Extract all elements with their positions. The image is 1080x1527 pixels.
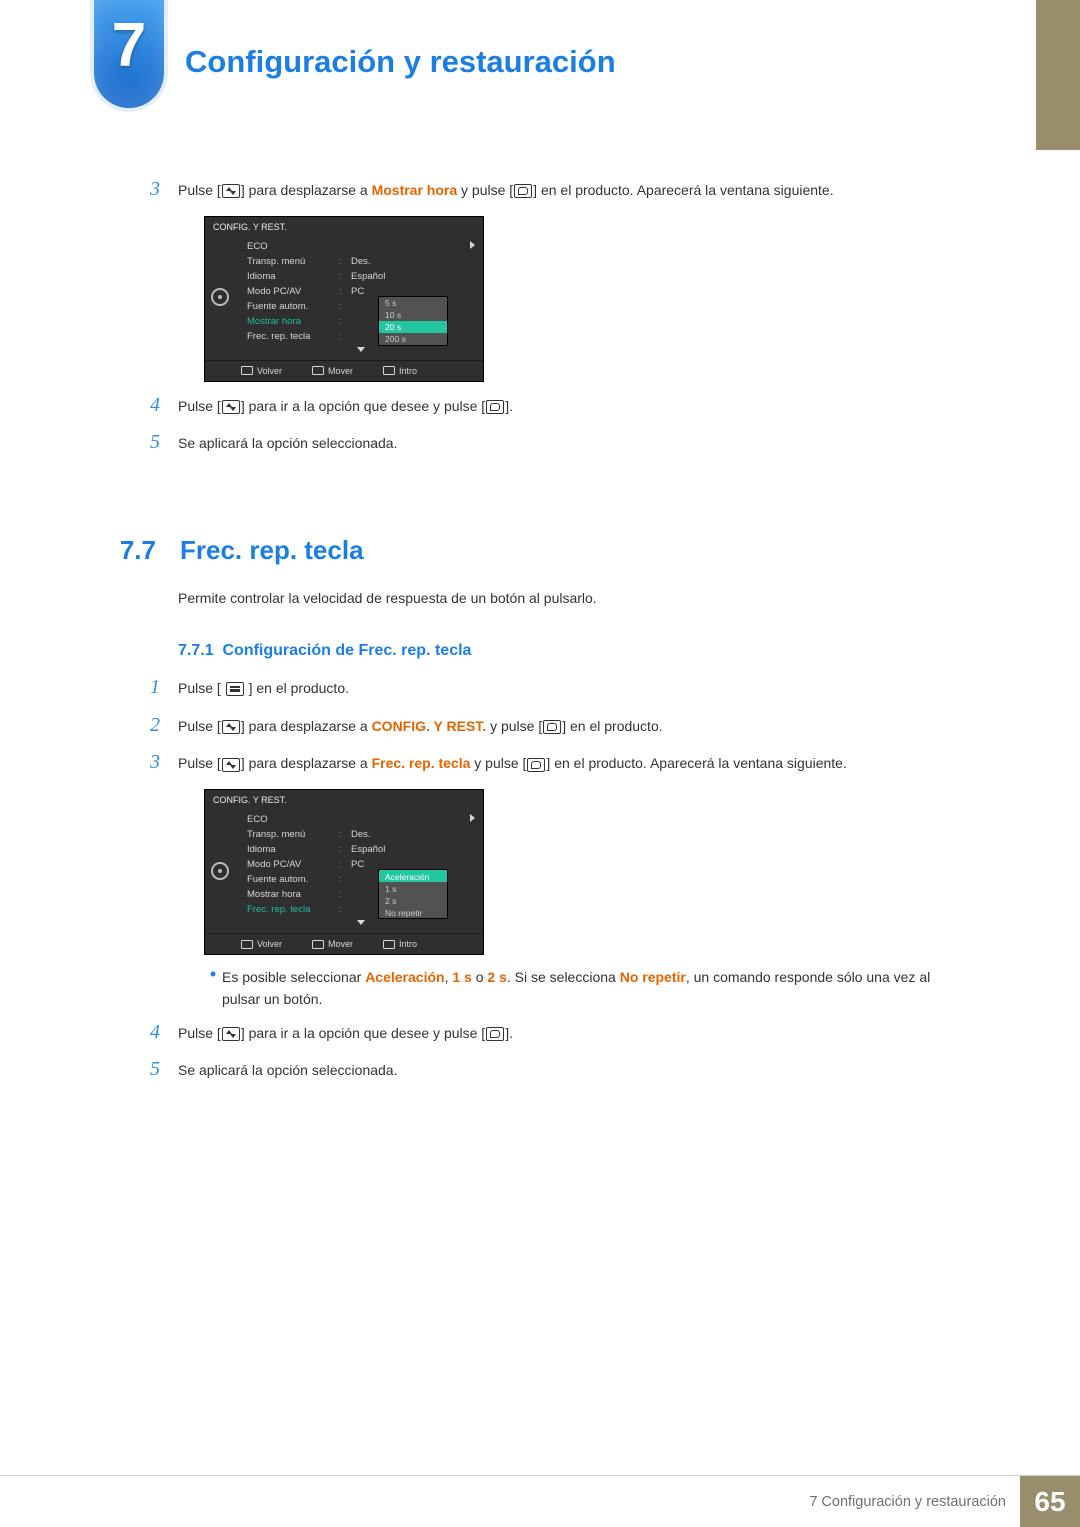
menu-icon	[241, 940, 253, 949]
osd-option: 10 s	[379, 309, 447, 321]
osd-option: 1 s	[379, 882, 447, 894]
osd-screenshot-1: CONFIG. Y REST. ECO Transp. menú:Des. Id…	[204, 216, 484, 382]
section-intro: Permite controlar la velocidad de respue…	[178, 590, 966, 606]
caret-right-icon	[470, 812, 475, 827]
osd-option: 5 s	[379, 297, 447, 309]
target-label: CONFIG. Y REST.	[372, 718, 487, 734]
osd-row: Transp. menú:Des.	[239, 254, 483, 269]
osd-row: Transp. menú:Des.	[239, 827, 483, 842]
enter-icon	[383, 940, 395, 949]
step-2b: 2 Pulse [] para desplazarse a CONFIG. Y …	[96, 714, 966, 738]
step-body: Se aplicará la opción seleccionada.	[178, 1058, 966, 1082]
move-icon	[312, 940, 324, 949]
text: y pulse [	[457, 182, 513, 198]
subsection-number: 7.7.1	[178, 642, 214, 659]
updown-icon	[222, 400, 240, 414]
updown-icon	[222, 720, 240, 734]
target-label: Frec. rep. tecla	[372, 755, 471, 771]
step-number: 4	[96, 1021, 178, 1044]
updown-icon	[222, 184, 240, 198]
step-4a: 4 Pulse [] para ir a la opción que desee…	[96, 394, 966, 418]
step-body: Pulse [ ] para desplazarse a Mostrar hora…	[178, 178, 966, 202]
osd-footer: Volver Mover Intro	[205, 360, 483, 381]
section-heading: 7.7 Frec. rep. tecla	[96, 535, 966, 566]
text: Pulse [	[178, 182, 221, 198]
page-footer: 7 Configuración y restauración 65	[0, 1475, 1080, 1527]
step-number: 5	[96, 1058, 178, 1081]
move-icon	[312, 366, 324, 375]
osd-popup: 5 s 10 s 20 s 200 s	[378, 296, 448, 346]
gear-icon	[211, 862, 229, 880]
osd-title: CONFIG. Y REST.	[205, 790, 483, 808]
osd-option: 200 s	[379, 333, 447, 345]
step-body: Pulse [] para desplazarse a Frec. rep. t…	[178, 751, 966, 775]
osd-option: No repetir	[379, 906, 447, 918]
text: ] en el producto. Aparecerá la ventana s…	[533, 182, 833, 198]
bullet-icon: •	[204, 967, 222, 981]
section-title: Frec. rep. tecla	[180, 535, 364, 566]
step-5c: 5 Se aplicará la opción seleccionada.	[96, 1058, 966, 1082]
osd-row: ECO	[239, 239, 483, 254]
target-label: Mostrar hora	[372, 182, 458, 198]
subsection-title: Configuración de Frec. rep. tecla	[222, 642, 471, 659]
enter-icon	[383, 366, 395, 375]
page-number: 65	[1020, 1476, 1080, 1527]
chapter-tab: 7	[94, 0, 164, 108]
osd-title: CONFIG. Y REST.	[205, 217, 483, 235]
step-number: 5	[96, 431, 178, 454]
subsection-heading: 7.7.1 Configuración de Frec. rep. tecla	[178, 642, 966, 660]
section-number: 7.7	[96, 535, 156, 566]
text: ] para desplazarse a	[241, 182, 372, 198]
enter-icon	[486, 1027, 504, 1041]
osd-popup: Aceleración 1 s 2 s No repetir	[378, 869, 448, 919]
step-body: Pulse [] para ir a la opción que desee y…	[178, 1021, 966, 1045]
enter-icon	[527, 758, 545, 772]
step-number: 3	[96, 751, 178, 774]
menu-icon	[241, 366, 253, 375]
osd-row: ECO	[239, 812, 483, 827]
enter-icon	[486, 400, 504, 414]
step-number: 3	[96, 178, 178, 201]
step-body: Se aplicará la opción seleccionada.	[178, 431, 966, 455]
chapter-number: 7	[94, 0, 164, 81]
gear-icon	[211, 288, 229, 306]
step-body: Pulse [ ] en el producto.	[178, 676, 966, 700]
page-content: 3 Pulse [ ] para desplazarse a Mostrar ho…	[96, 178, 966, 1096]
osd-row: Idioma:Español	[239, 269, 483, 284]
note-bullet: • Es posible seleccionar Aceleración, 1 …	[204, 967, 966, 1010]
step-4c: 4 Pulse [] para ir a la opción que desee…	[96, 1021, 966, 1045]
osd-screenshot-2: CONFIG. Y REST. ECO Transp. menú:Des. Id…	[204, 789, 484, 955]
step-1b: 1 Pulse [ ] en el producto.	[96, 676, 966, 700]
step-number: 4	[96, 394, 178, 417]
chapter-title: Configuración y restauración	[185, 44, 616, 80]
osd-footer: Volver Mover Intro	[205, 933, 483, 954]
updown-icon	[222, 1027, 240, 1041]
menu-icon	[226, 682, 244, 696]
osd-row: Idioma:Español	[239, 842, 483, 857]
caret-right-icon	[470, 239, 475, 254]
step-number: 2	[96, 714, 178, 737]
updown-icon	[222, 758, 240, 772]
step-body: Pulse [] para desplazarse a CONFIG. Y RE…	[178, 714, 966, 738]
side-accent	[1036, 0, 1080, 150]
step-number: 1	[96, 676, 178, 699]
step-3b: 3 Pulse [] para desplazarse a Frec. rep.…	[96, 751, 966, 775]
step-3a: 3 Pulse [ ] para desplazarse a Mostrar ho…	[96, 178, 966, 202]
note-text: Es posible seleccionar Aceleración, 1 s …	[222, 967, 966, 1010]
osd-option-selected: 20 s	[379, 321, 447, 333]
step-5a: 5 Se aplicará la opción seleccionada.	[96, 431, 966, 455]
enter-icon	[543, 720, 561, 734]
footer-chapter-name: 7 Configuración y restauración	[809, 1494, 1006, 1510]
osd-option: 2 s	[379, 894, 447, 906]
step-body: Pulse [] para ir a la opción que desee y…	[178, 394, 966, 418]
osd-option-selected: Aceleración	[379, 870, 447, 882]
enter-icon	[514, 184, 532, 198]
